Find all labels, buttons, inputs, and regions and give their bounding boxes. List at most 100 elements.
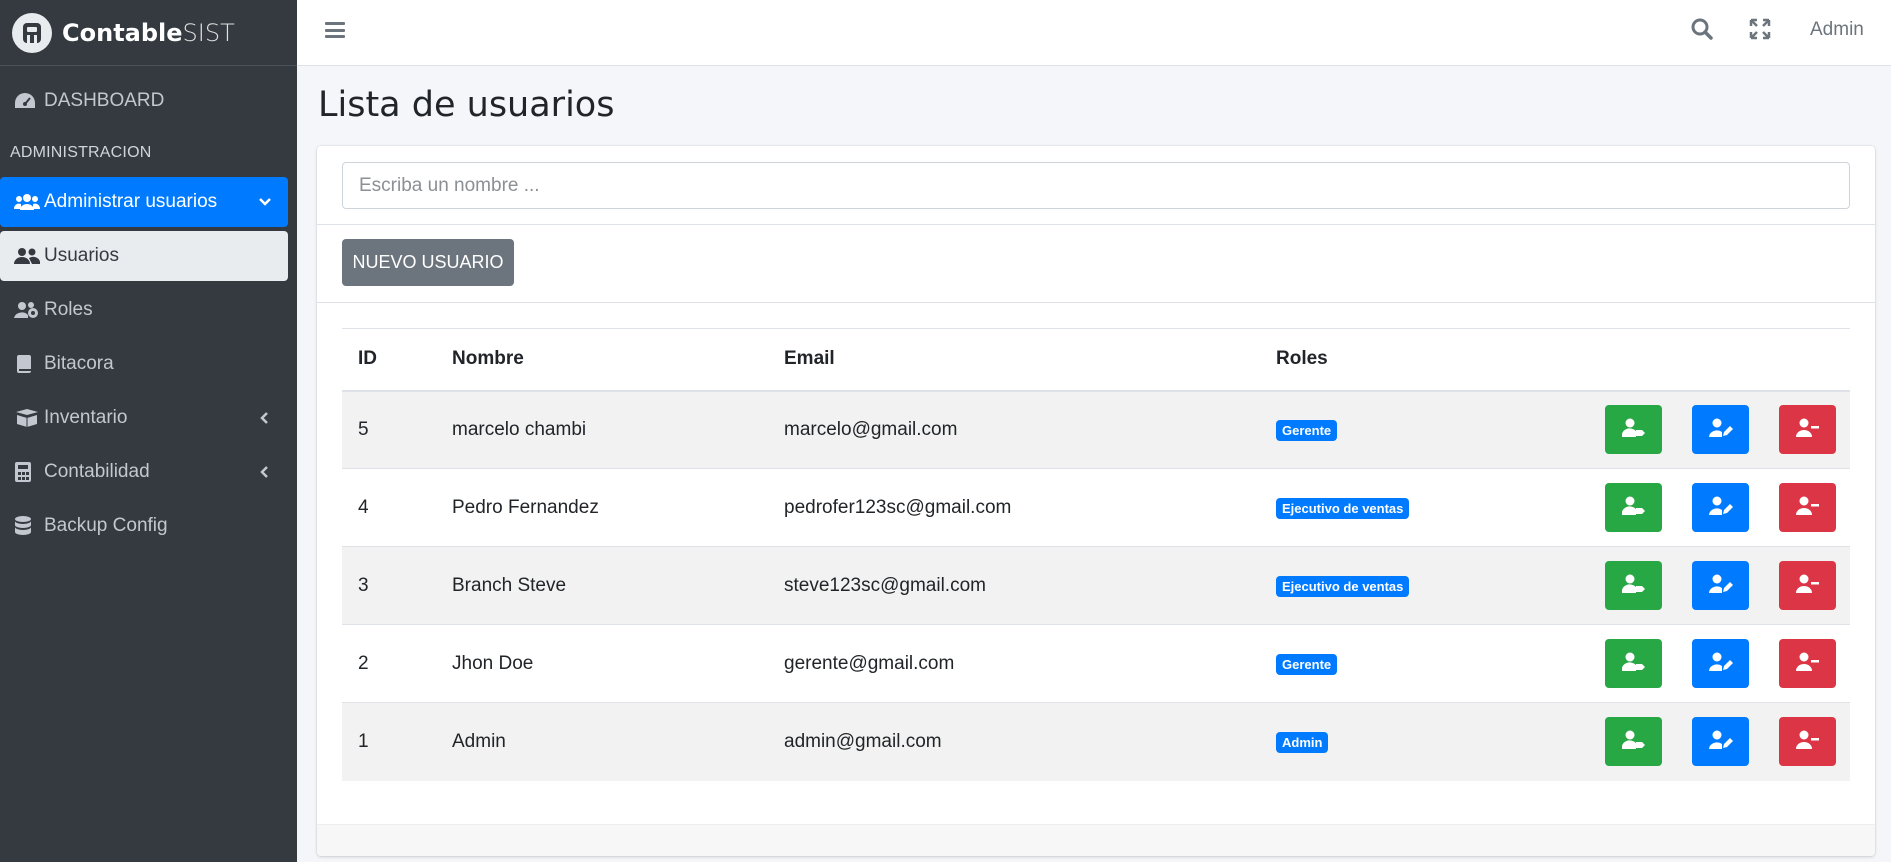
- edit-user-button[interactable]: [1692, 639, 1749, 688]
- search-icon[interactable]: [1691, 18, 1713, 45]
- edit-user-button[interactable]: [1692, 561, 1749, 610]
- sidebar-item-inventario[interactable]: Inventario: [0, 393, 288, 443]
- chevron-left-icon: [258, 409, 272, 431]
- sidebar-item-bitacora[interactable]: Bitacora: [0, 339, 288, 389]
- search-input[interactable]: [342, 162, 1850, 209]
- column-header-id: ID: [342, 328, 436, 392]
- sidebar-item-roles[interactable]: Roles: [0, 285, 288, 335]
- boxes-open-icon: [14, 407, 40, 429]
- assign-role-button[interactable]: [1605, 405, 1662, 455]
- user-edit-icon: [1708, 652, 1733, 675]
- assign-role-button[interactable]: [1605, 639, 1662, 688]
- edit-user-button[interactable]: [1692, 405, 1749, 455]
- brand-name-bold: Contable: [62, 18, 183, 47]
- sidebar-item-dashboard[interactable]: DASHBOARD: [0, 76, 288, 126]
- user-edit-icon: [1708, 496, 1733, 519]
- user-minus-icon: [1795, 574, 1820, 597]
- assign-role-button[interactable]: [1605, 483, 1662, 532]
- sidebar-item-label: DASHBOARD: [44, 90, 165, 111]
- cell-email: marcelo@gmail.com: [768, 390, 1260, 469]
- cell-actions: [1560, 390, 1850, 469]
- cell-actions: [1560, 468, 1850, 547]
- cell-roles: Ejecutivo de ventas: [1260, 546, 1560, 625]
- role-badge: Admin: [1276, 731, 1329, 753]
- top-navbar: Admin: [297, 0, 1891, 66]
- user-friends-icon: [14, 245, 40, 267]
- sidebar-item-admin-users[interactable]: Administrar usuarios: [0, 177, 288, 227]
- table-header-row: ID Nombre Email Roles: [342, 328, 1850, 392]
- user-tag-icon: [1621, 418, 1646, 441]
- cell-id: 1: [342, 702, 436, 781]
- search-section: [317, 146, 1875, 225]
- toolbar: NUEVO USUARIO: [317, 225, 1875, 303]
- delete-user-button[interactable]: [1779, 717, 1836, 767]
- assign-role-button[interactable]: [1605, 561, 1662, 610]
- cell-email: steve123sc@gmail.com: [768, 546, 1260, 625]
- cell-email: gerente@gmail.com: [768, 624, 1260, 703]
- delete-user-button[interactable]: [1779, 405, 1836, 455]
- sidebar-item-label: Bitacora: [44, 353, 114, 374]
- sidebar: ContableSIST DASHBOARD ADMINISTRACION Ad…: [0, 0, 297, 862]
- brand[interactable]: ContableSIST: [0, 0, 297, 66]
- table-row: 5 marcelo chambi marcelo@gmail.com Geren…: [342, 390, 1850, 469]
- cell-actions: [1560, 546, 1850, 625]
- chevron-down-icon: [258, 193, 272, 215]
- user-edit-icon: [1708, 574, 1733, 597]
- delete-user-button[interactable]: [1779, 639, 1836, 688]
- fullscreen-icon[interactable]: [1749, 18, 1771, 45]
- column-header-name: Nombre: [436, 328, 768, 392]
- users-table-wrap: ID Nombre Email Roles 5 marcelo chambi m…: [342, 328, 1850, 781]
- edit-user-button[interactable]: [1692, 717, 1749, 767]
- user-tag-icon: [1621, 574, 1646, 597]
- user-minus-icon: [1795, 418, 1820, 441]
- cell-name: Pedro Fernandez: [436, 468, 768, 547]
- sidebar-item-label: Contabilidad: [44, 461, 150, 482]
- card-footer: [317, 824, 1875, 856]
- column-header-email: Email: [768, 328, 1260, 392]
- user-edit-icon: [1708, 418, 1733, 441]
- assign-role-button[interactable]: [1605, 717, 1662, 767]
- cell-id: 4: [342, 468, 436, 547]
- delete-user-button[interactable]: [1779, 561, 1836, 610]
- sidebar-item-contabilidad[interactable]: Contabilidad: [0, 447, 288, 497]
- cell-actions: [1560, 702, 1850, 781]
- sidebar-item-label: Backup Config: [44, 515, 168, 536]
- sidebar-item-label: Administrar usuarios: [44, 191, 218, 212]
- cell-name: Branch Steve: [436, 546, 768, 625]
- cell-actions: [1560, 624, 1850, 703]
- table-row: 2 Jhon Doe gerente@gmail.com Gerente: [342, 624, 1850, 703]
- page-title: Lista de usuarios: [318, 85, 615, 125]
- users-table: ID Nombre Email Roles 5 marcelo chambi m…: [342, 328, 1850, 781]
- sidebar-section-header: ADMINISTRACION: [10, 144, 152, 161]
- delete-user-button[interactable]: [1779, 483, 1836, 532]
- user-minus-icon: [1795, 652, 1820, 675]
- cell-roles: Gerente: [1260, 624, 1560, 703]
- chevron-left-icon: [258, 463, 272, 485]
- role-badge: Ejecutivo de ventas: [1276, 575, 1410, 597]
- cell-roles: Gerente: [1260, 390, 1560, 469]
- users-card: NUEVO USUARIO ID Nombre Email Roles 5 ma…: [317, 146, 1875, 856]
- brand-name: ContableSIST: [62, 19, 235, 47]
- cell-name: Jhon Doe: [436, 624, 768, 703]
- brand-name-light: SIST: [182, 18, 235, 47]
- cell-roles: Admin: [1260, 702, 1560, 781]
- users-icon: [14, 191, 40, 213]
- role-badge: Gerente: [1276, 653, 1338, 675]
- cell-id: 5: [342, 390, 436, 469]
- new-user-button[interactable]: NUEVO USUARIO: [342, 239, 514, 286]
- column-header-roles: Roles: [1260, 328, 1560, 392]
- sidebar-item-backup-config[interactable]: Backup Config: [0, 501, 288, 551]
- role-badge: Gerente: [1276, 419, 1338, 441]
- users-cog-icon: [14, 299, 40, 321]
- database-icon: [14, 515, 40, 537]
- cell-name: marcelo chambi: [436, 390, 768, 469]
- edit-user-button[interactable]: [1692, 483, 1749, 532]
- menu-toggle-icon[interactable]: [325, 20, 345, 40]
- sidebar-item-label: Inventario: [44, 407, 128, 428]
- user-minus-icon: [1795, 496, 1820, 519]
- sidebar-item-usuarios[interactable]: Usuarios: [0, 231, 288, 281]
- user-edit-icon: [1708, 730, 1733, 753]
- user-menu[interactable]: Admin: [1810, 19, 1864, 41]
- table-row: 1 Admin admin@gmail.com Admin: [342, 702, 1850, 781]
- cell-id: 3: [342, 546, 436, 625]
